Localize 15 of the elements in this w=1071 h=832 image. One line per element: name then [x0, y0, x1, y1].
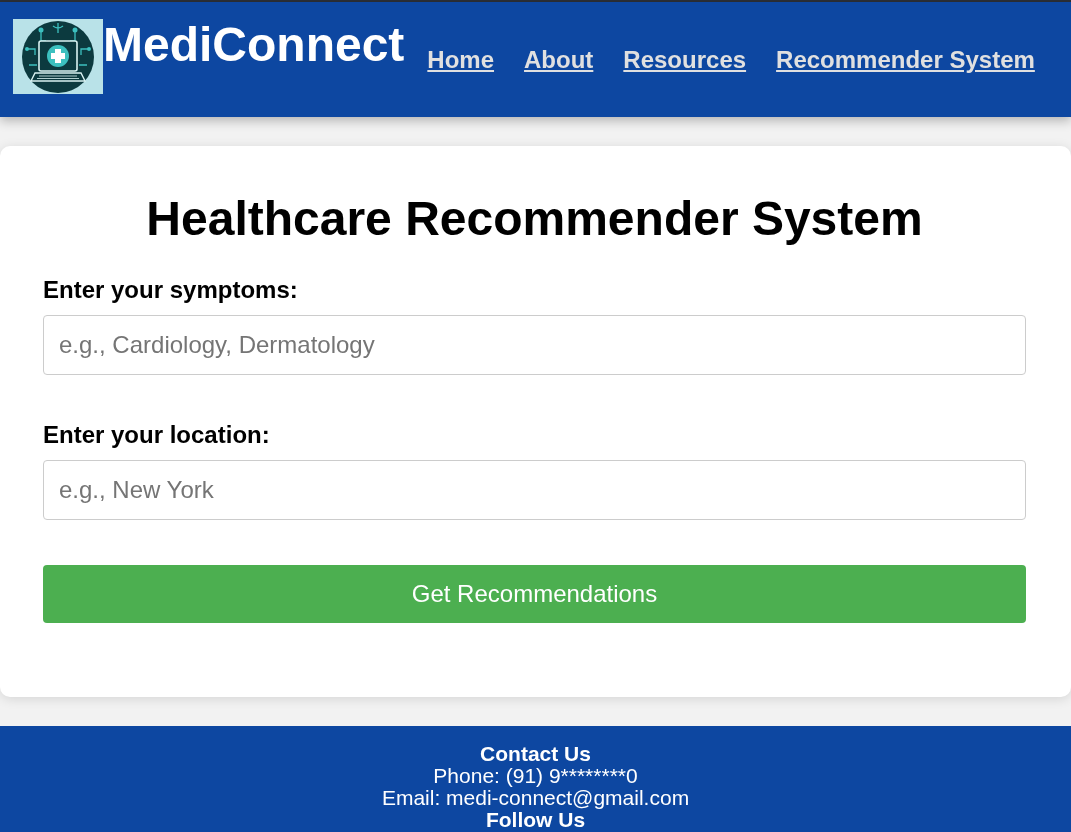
page-heading: Healthcare Recommender System [145, 191, 924, 247]
text-input-field[interactable]: e.g., New York [43, 460, 1026, 520]
contact-line: Phone: (91) 9********0 [433, 765, 638, 787]
nav-link[interactable]: Resources [623, 46, 747, 74]
brand-title: MediConnect [103, 21, 405, 69]
text-input-field[interactable]: e.g., Cardiology, Dermatology [43, 315, 1026, 375]
nav-link[interactable]: Home [427, 46, 495, 74]
footer-heading: Contact Us [480, 743, 591, 765]
laptop-cross-logo-icon [13, 19, 103, 94]
field-label: Enter your symptoms: [43, 276, 299, 304]
field-label: Enter your location: [43, 421, 271, 449]
nav-link[interactable]: About [524, 46, 594, 74]
nav-link[interactable]: Recommender System [776, 46, 1035, 74]
contact-line: Email: medi-connect@gmail.com [381, 787, 690, 809]
footer-heading: Follow Us [485, 809, 586, 831]
